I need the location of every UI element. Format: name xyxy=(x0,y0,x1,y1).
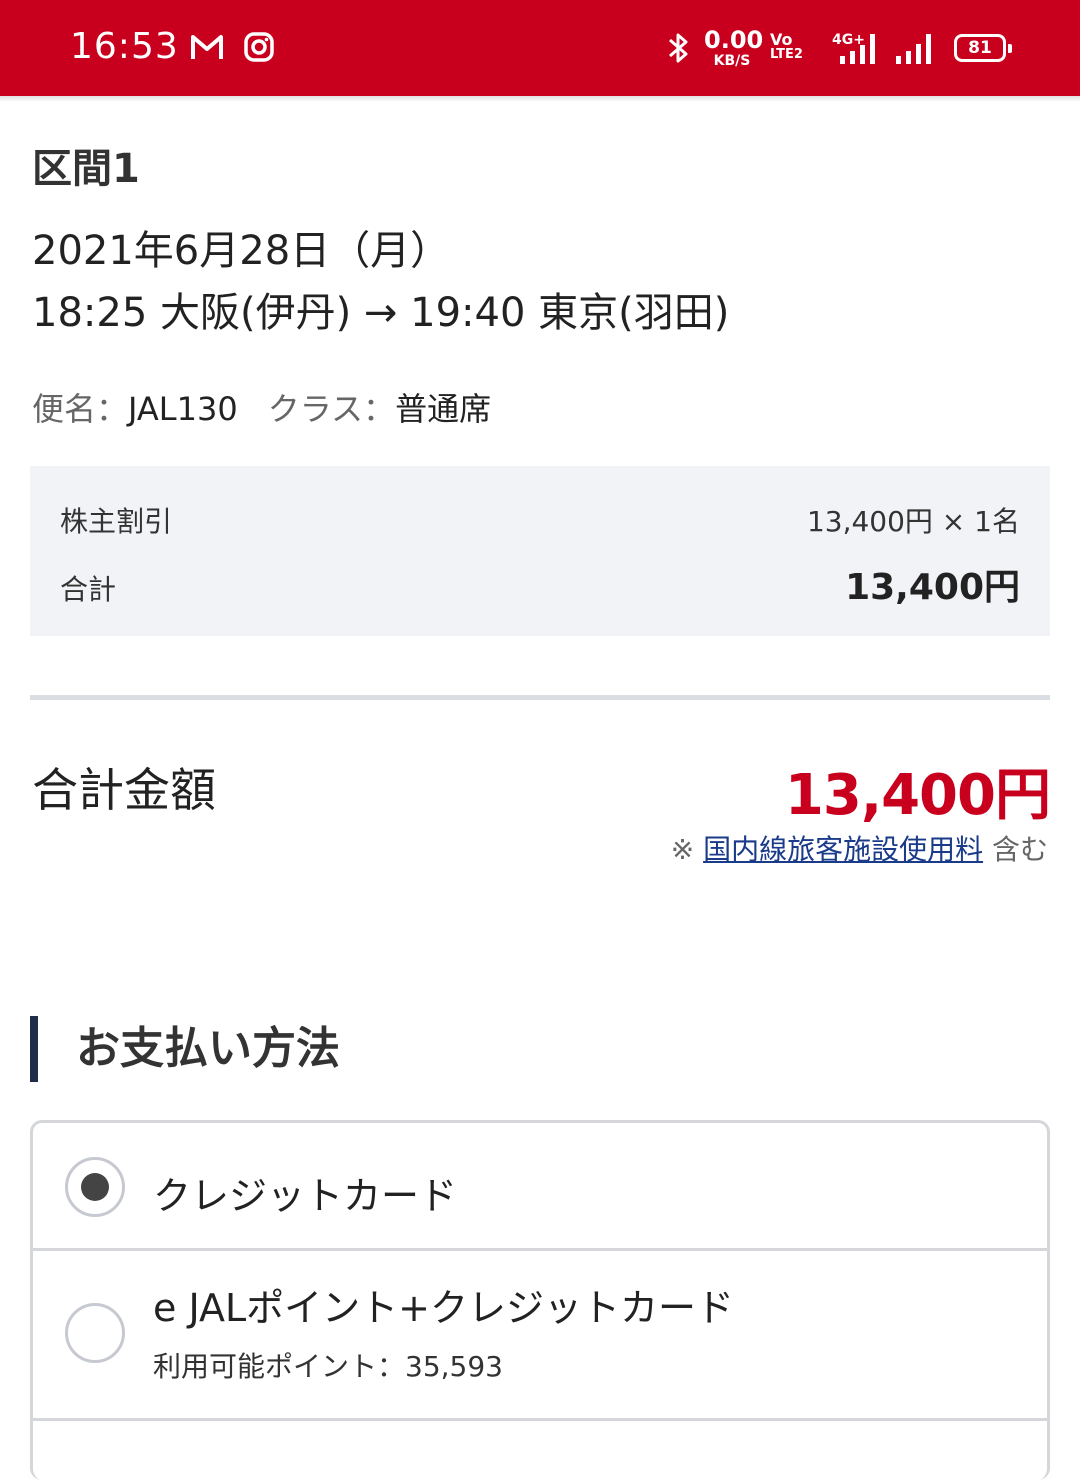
flight-date: 2021年6月28日（月） xyxy=(32,228,451,274)
fare-type-value: 13,400円 × 1名 xyxy=(806,505,1020,538)
radio-unchecked-icon[interactable] xyxy=(65,1303,125,1363)
instagram-icon xyxy=(244,32,274,66)
status-time: 16:53 xyxy=(70,26,179,67)
available-points: 利用可能ポイント：35,593 xyxy=(153,1350,503,1383)
fare-subtotal-value: 13,400円 xyxy=(845,567,1020,608)
payment-option-credit-card[interactable]: クレジットカード xyxy=(33,1123,1047,1251)
facility-fee-link[interactable]: 国内線旅客施設使用料 xyxy=(703,833,983,866)
network-speed: 0.00 KB/S xyxy=(704,26,764,69)
signal-icon: 4G+ xyxy=(822,30,884,70)
class-value: 普通席 xyxy=(395,390,492,428)
fare-subtotal-label: 合計 xyxy=(60,573,117,606)
bluetooth-icon xyxy=(664,30,692,70)
note-suffix: 含む xyxy=(991,833,1048,866)
flight-number-label: 便名： xyxy=(32,390,129,428)
payment-option-label: e JALポイント+クレジットカード xyxy=(153,1286,735,1330)
battery-icon: 81 xyxy=(954,34,1012,62)
flight-number: JAL130 xyxy=(128,390,238,428)
header-shadow xyxy=(0,96,1080,102)
payment-heading: お支払い方法 xyxy=(30,1016,340,1082)
volte-indicator: Vo LTE2 xyxy=(770,30,803,62)
flight-route: 18:25 大阪(伊丹) → 19:40 東京(羽田) xyxy=(32,290,730,336)
status-bar: 16:53 0.00 KB/S Vo LTE2 4G+ 81 xyxy=(0,0,1080,96)
note-mark: ※ xyxy=(670,833,695,866)
segment-title: 区間1 xyxy=(32,146,140,192)
gmail-icon xyxy=(190,32,224,66)
radio-checked-icon[interactable] xyxy=(65,1157,125,1217)
fare-box: 株主割引 13,400円 × 1名 合計 13,400円 xyxy=(30,466,1050,636)
fare-type-label: 株主割引 xyxy=(60,505,173,538)
payment-option-label: クレジットカード xyxy=(153,1174,458,1218)
signal-icon xyxy=(894,30,938,70)
tax-note: ※ 国内線旅客施設使用料 含む xyxy=(671,828,1048,868)
payment-option-points-credit[interactable]: e JALポイント+クレジットカード 利用可能ポイント：35,593 xyxy=(33,1251,1047,1421)
total-amount-label: 合計金額 xyxy=(32,763,216,817)
class-label: クラス： xyxy=(267,390,396,428)
flight-meta: 便名：JAL130 クラス：普通席 xyxy=(32,384,491,430)
payment-options: クレジットカード e JALポイント+クレジットカード 利用可能ポイント：35,… xyxy=(30,1120,1050,1480)
total-amount-value: 13,400円 xyxy=(784,763,1051,828)
divider xyxy=(30,695,1050,700)
